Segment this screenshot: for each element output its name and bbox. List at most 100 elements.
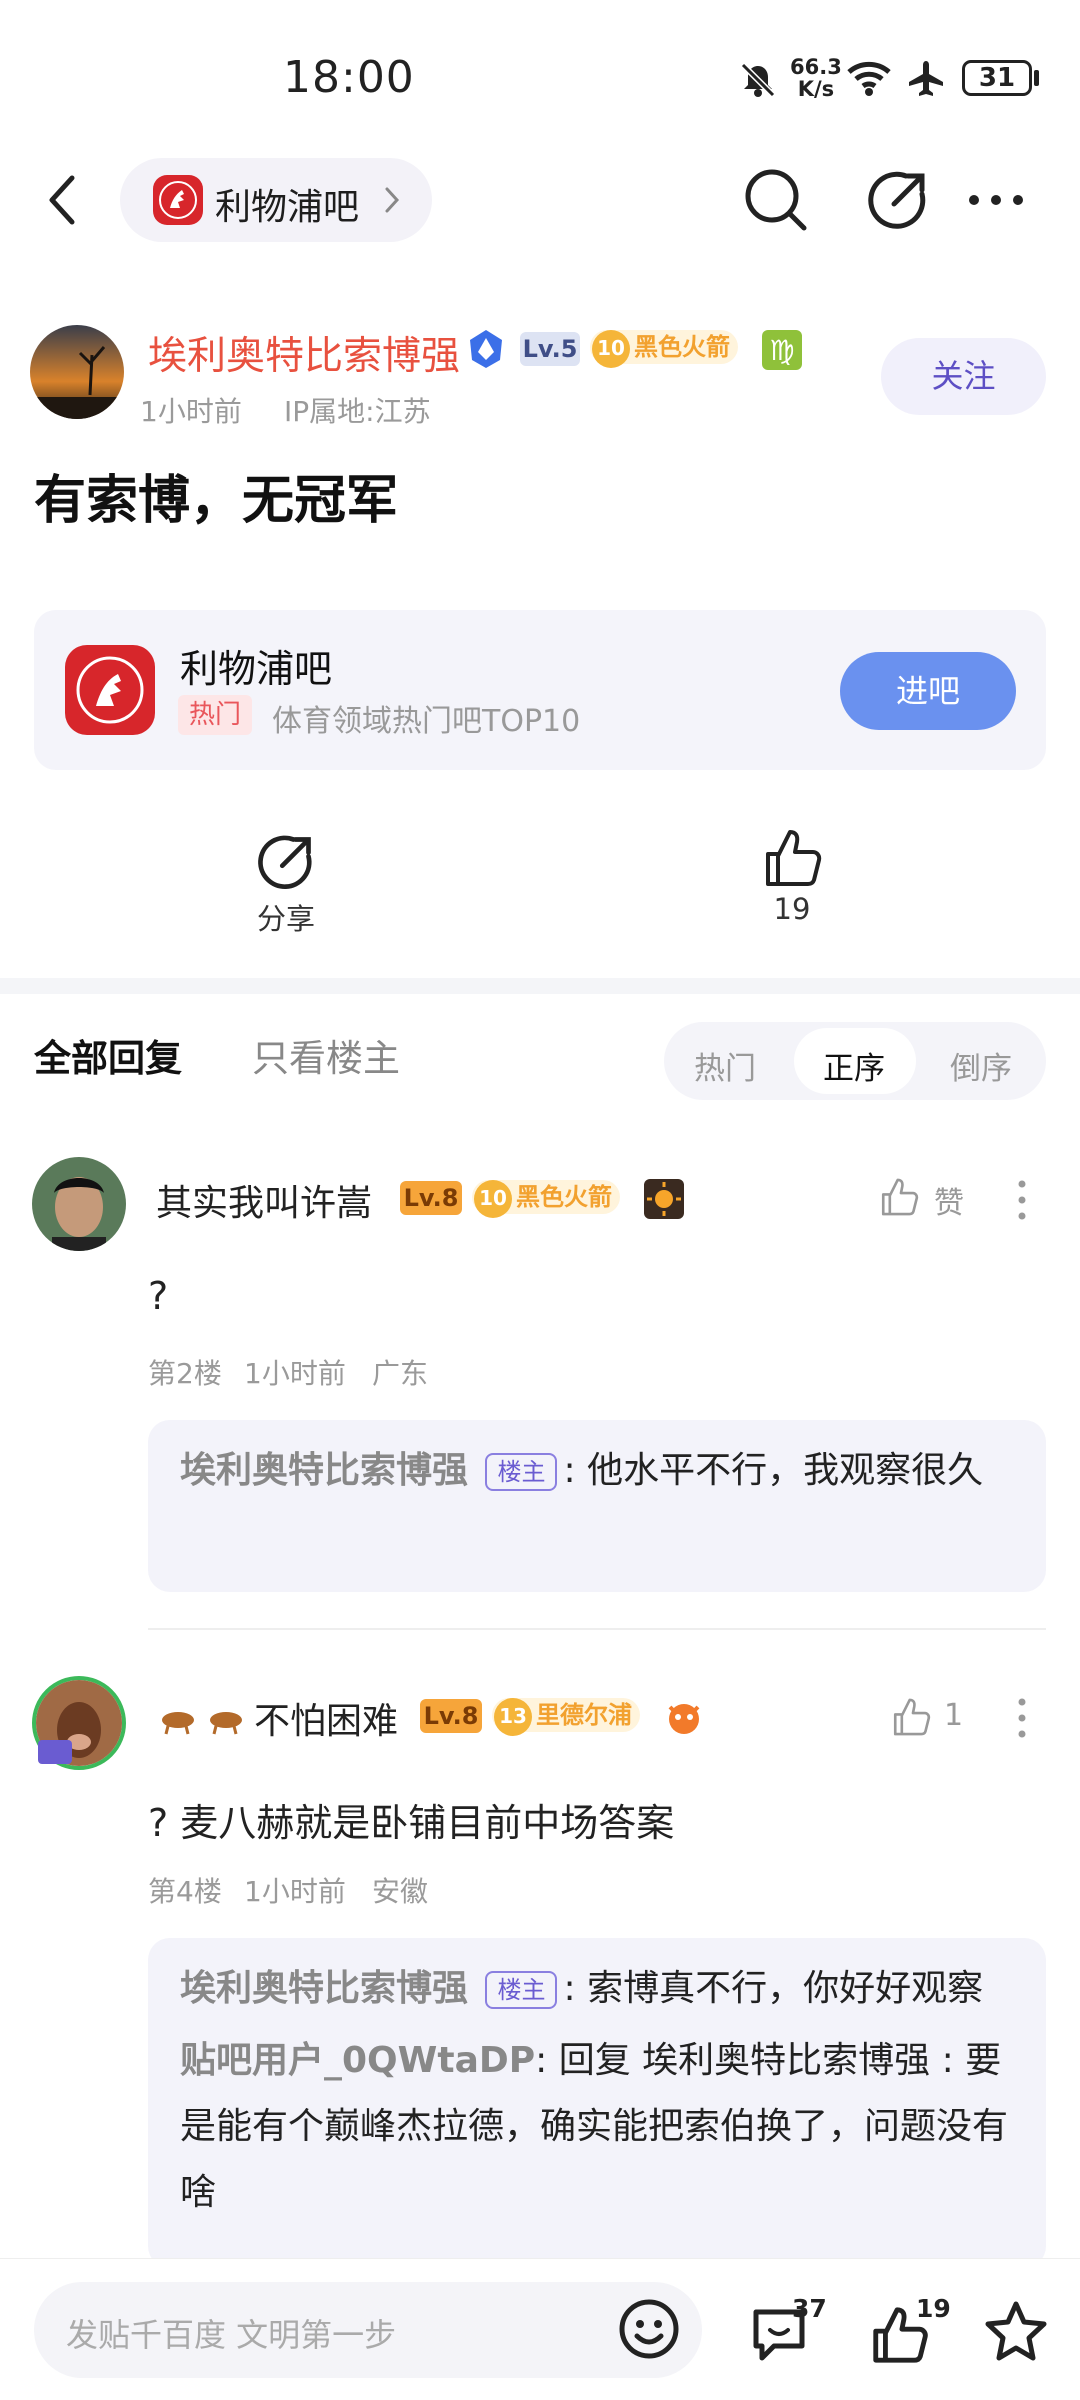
comment-count: 37 <box>792 2294 827 2323</box>
reply-more-icon[interactable] <box>1012 1696 1032 1740</box>
more-icon[interactable] <box>966 190 1026 210</box>
reply-like-button[interactable]: 1 <box>890 1696 970 1742</box>
network-speed: 66.3 K/s <box>790 56 842 100</box>
sun-badge-icon <box>644 1179 684 1219</box>
reply-meta-floor: 第4楼 <box>148 1875 222 1908</box>
chevron-right-icon <box>382 185 402 215</box>
tab-all-replies[interactable]: 全部回复 <box>34 1028 182 1082</box>
sort-ascending[interactable]: 正序 <box>823 1043 885 1088</box>
like-count: 19 <box>916 2294 951 2323</box>
forum-card-desc: 体育领域热门吧TOP10 <box>272 704 581 739</box>
speed-unit: K/s <box>797 77 835 101</box>
reply-input-placeholder: 发贴千百度 文明第一步 <box>66 2316 397 2354</box>
reply-username[interactable]: 不怕困难 <box>254 1692 398 1744</box>
back-button[interactable] <box>40 170 90 230</box>
svg-text:♍: ♍ <box>769 334 794 367</box>
sub-reply-prefix: 回复 埃利奥特比索博强 : <box>558 2040 954 2081</box>
battery-nub <box>1034 70 1039 86</box>
avatar-badge-icon <box>38 1740 72 1764</box>
reply-rocket-badge: 10 黑色火箭 <box>472 1180 620 1218</box>
crown-icon <box>466 328 506 370</box>
reply-meta-location: 安徽 <box>372 1875 429 1908</box>
share-action[interactable]: 分享 <box>246 832 326 938</box>
reply-username[interactable]: 其实我叫许嵩 <box>156 1174 372 1226</box>
tab-op-only[interactable]: 只看楼主 <box>252 1028 400 1082</box>
sub-reply-text-line: 贴吧用户_0QWtaDP: 回复 埃利奥特比索博强 : 要是能有个巅峰杰拉德，确… <box>180 2028 1018 2226</box>
forum-name: 利物浦吧 <box>215 187 360 228</box>
wifi-icon <box>845 58 893 98</box>
forum-card-name: 利物浦吧 <box>180 647 333 691</box>
post-time: 1小时前 <box>140 395 242 428</box>
sub-reply-colon: : <box>563 1450 576 1491</box>
like-action[interactable]: 19 <box>752 826 832 926</box>
reply-meta-location: 广东 <box>372 1357 429 1390</box>
reply-meta-floor: 第2楼 <box>148 1357 222 1390</box>
sub-reply: 埃利奥特比索博强 楼主: 索博真不行，你好好观察 贴吧用户_0QWtaDP: 回… <box>180 1956 1018 2226</box>
reply-meta-time: 1小时前 <box>244 1875 346 1908</box>
sort-descending[interactable]: 倒序 <box>950 1043 1012 1088</box>
reply-rocket-number: 10 <box>474 1180 512 1218</box>
airplane-icon <box>905 58 947 100</box>
rocket-badge: 10 黑色火箭 <box>590 330 738 368</box>
reply-rocket-title: 黑色火箭 <box>516 1183 612 1211</box>
forum-card-logo-icon <box>64 644 156 736</box>
reply-divider <box>148 1628 1046 1630</box>
like-button[interactable]: 19 <box>868 2294 958 2374</box>
like-action-count: 19 <box>773 892 811 926</box>
reply-meta-time: 1小时前 <box>244 1357 346 1390</box>
share-action-icon <box>258 835 312 890</box>
reply-like-button[interactable]: 赞 <box>878 1176 968 1222</box>
sub-reply-text-line: 埃利奥特比索博强 楼主: 他水平不行，我观察很久 <box>180 1438 1018 1504</box>
author-name[interactable]: 埃利奥特比索博强 <box>148 325 460 381</box>
author-avatar[interactable] <box>30 325 124 419</box>
rocket-badge-number: 10 <box>592 330 630 368</box>
comment-button[interactable]: 37 <box>748 2294 838 2374</box>
speed-value: 66.3 <box>790 55 842 79</box>
enter-forum-button[interactable]: 进吧 <box>840 652 1016 730</box>
reply-avatar[interactable] <box>32 1157 126 1251</box>
sub-reply-author[interactable]: 埃利奥特比索博强 <box>180 1450 468 1491</box>
cow-emoji-icon <box>156 1698 252 1738</box>
reply-level-badge: Lv.8 <box>400 1181 462 1215</box>
forum-logo-icon <box>152 174 204 226</box>
search-icon[interactable] <box>742 166 810 234</box>
reply-like-label: 赞 <box>934 1186 964 1221</box>
thumbs-up-icon <box>766 830 822 886</box>
emoji-icon[interactable] <box>618 2298 680 2360</box>
sub-reply-text-line: 埃利奥特比索博强 楼主: 索博真不行，你好好观察 <box>180 1956 1018 2022</box>
status-time: 18:00 <box>283 52 415 103</box>
reply-more-icon[interactable] <box>1012 1178 1032 1222</box>
sub-reply-author[interactable]: 埃利奥特比索博强 <box>180 1968 468 2009</box>
reply-body: ? <box>148 1274 169 1318</box>
sub-reply-text: 索博真不行，你好好观察 <box>587 1968 984 2009</box>
sub-reply: 埃利奥特比索博强 楼主: 他水平不行，我观察很久 <box>180 1438 1018 1504</box>
post-ip: IP属地:江苏 <box>284 395 431 428</box>
reply-rocket-badge: 13 里德尔浦 <box>492 1698 640 1736</box>
sub-reply-text: 他水平不行，我观察很久 <box>587 1450 984 1491</box>
hot-tag: 热门 <box>178 695 252 735</box>
virgo-icon: ♍ <box>762 330 802 370</box>
reply-level-badge: Lv.8 <box>420 1699 482 1733</box>
rocket-badge-title: 黑色火箭 <box>634 333 730 361</box>
fire-badge-icon <box>664 1697 704 1737</box>
op-tag: 楼主 <box>485 1971 558 2009</box>
favorite-star-icon[interactable] <box>984 2300 1048 2362</box>
follow-button[interactable]: 关注 <box>881 338 1046 415</box>
post-title: 有索博，无冠军 <box>34 471 399 531</box>
section-divider <box>0 978 1080 994</box>
level-badge: Lv.5 <box>520 332 580 366</box>
reply-rocket-title: 里德尔浦 <box>536 1701 632 1729</box>
battery-indicator: 31 <box>962 60 1032 96</box>
share-icon[interactable] <box>866 168 930 232</box>
sort-hot[interactable]: 热门 <box>694 1043 756 1088</box>
share-action-label: 分享 <box>256 902 315 936</box>
reply-rocket-number: 13 <box>494 1698 532 1736</box>
mute-icon <box>738 60 778 100</box>
sub-reply-author[interactable]: 贴吧用户_0QWtaDP <box>180 2040 535 2081</box>
reply-body: ? 麦八赫就是卧铺目前中场答案 <box>148 1801 675 1845</box>
thumbs-up-icon <box>881 1178 919 1216</box>
reply-like-count: 1 <box>944 1698 964 1733</box>
sub-reply-colon: : <box>563 1968 576 2009</box>
op-tag: 楼主 <box>485 1453 558 1491</box>
sub-reply-colon: : <box>535 2040 548 2081</box>
